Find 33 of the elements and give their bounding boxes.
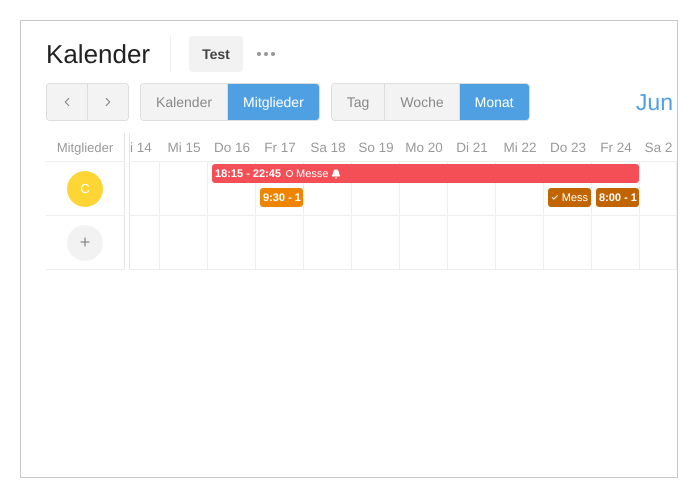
day-header: Di 21: [455, 138, 489, 156]
view-toggle[interactable]: Kalender: [141, 84, 228, 120]
next-button[interactable]: [87, 84, 128, 120]
event-title: Messe: [296, 168, 328, 180]
event-bar[interactable]: 9:30 - 1: [260, 188, 303, 207]
day-header: Sa 2: [644, 138, 674, 156]
day-header: i 14: [130, 138, 153, 156]
range-toggle[interactable]: Monat: [458, 84, 529, 120]
tab[interactable]: Test: [189, 36, 243, 72]
range-toggle[interactable]: Woche: [384, 84, 459, 120]
day-header: Fr 17: [263, 138, 297, 156]
period-label: Jun: [636, 88, 673, 116]
event-bar[interactable]: 8:00 - 1: [596, 188, 639, 207]
day-header: So 19: [357, 138, 395, 156]
day-header: Do 23: [548, 138, 588, 156]
view-toggle[interactable]: Mitglieder: [227, 84, 319, 120]
page-title: Kalender: [46, 36, 172, 72]
day-header: Mo 20: [404, 138, 444, 156]
add-member-button[interactable]: +: [67, 224, 103, 260]
event-time: 9:30 - 1: [263, 192, 301, 204]
day-header: Fr 24: [599, 138, 633, 156]
event-bar[interactable]: 18:15 - 22:45 Messe: [212, 164, 639, 183]
event-title: Mess: [562, 192, 588, 204]
range-toggle[interactable]: Tag: [332, 84, 384, 120]
day-header: Mi 22: [502, 138, 538, 156]
day-header: Do 16: [212, 138, 252, 156]
column-header: Mitglieder: [46, 133, 124, 162]
previous-button[interactable]: [47, 84, 87, 120]
event-time: 8:00 - 1: [599, 192, 637, 204]
day-header: Sa 18: [309, 138, 347, 156]
event-time: 18:15 - 22:45: [215, 168, 282, 180]
day-header: Mi 15: [166, 138, 202, 156]
event-bar[interactable]: Mess: [548, 188, 591, 207]
